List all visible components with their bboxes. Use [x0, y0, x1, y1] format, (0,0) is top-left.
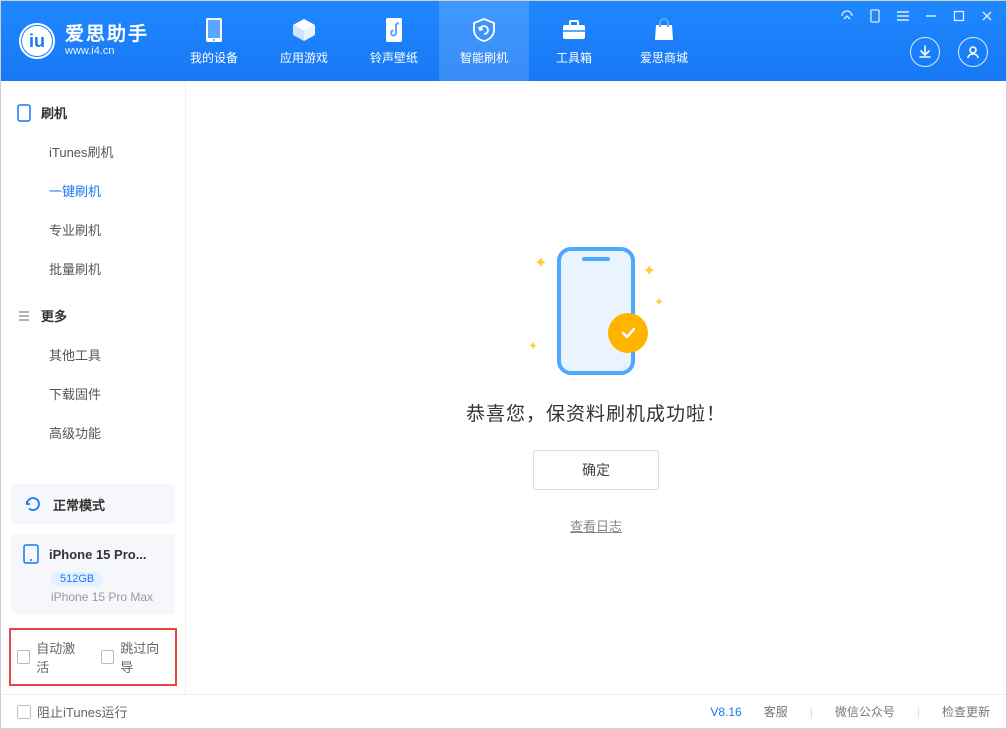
top-nav: 我的设备 应用游戏 铃声壁纸 智能刷机: [169, 1, 709, 81]
device-mode-status[interactable]: 正常模式: [11, 484, 175, 524]
device-capacity-badge: 512GB: [51, 572, 103, 586]
maximize-button[interactable]: [952, 9, 966, 23]
sidebar-item-download-firmware[interactable]: 下载固件: [1, 374, 185, 413]
phone-illustration-icon: [557, 247, 635, 375]
nav-toolbox[interactable]: 工具箱: [529, 1, 619, 81]
nav-apps-games[interactable]: 应用游戏: [259, 1, 349, 81]
nav-my-device[interactable]: 我的设备: [169, 1, 259, 81]
status-bar: 阻止iTunes运行 V8.16 客服 | 微信公众号 | 检查更新: [1, 694, 1006, 728]
app-header: iu 爱思助手 www.i4.cn 我的设备 应用游戏: [1, 1, 1006, 81]
refresh-icon: [23, 494, 43, 514]
view-log-link[interactable]: 查看日志: [570, 516, 622, 535]
more-lines-icon: [17, 309, 31, 323]
device-full-name: iPhone 15 Pro Max: [51, 590, 163, 604]
sidebar: 刷机 iTunes刷机 一键刷机 专业刷机 批量刷机 更多 其他工具 下载固件 …: [1, 81, 186, 694]
checkbox-icon: [17, 705, 31, 719]
sidebar-item-pro-flash[interactable]: 专业刷机: [1, 210, 185, 249]
checkbox-icon: [17, 650, 30, 664]
success-message: 恭喜您，保资料刷机成功啦！: [466, 399, 726, 426]
block-itunes-checkbox[interactable]: 阻止iTunes运行: [17, 702, 128, 721]
close-button[interactable]: [980, 9, 994, 23]
auto-activate-checkbox[interactable]: 自动激活: [17, 638, 85, 676]
nav-ringtones-wallpapers[interactable]: 铃声壁纸: [349, 1, 439, 81]
device-mode-label: 正常模式: [53, 495, 105, 514]
menu-icon[interactable]: [896, 9, 910, 23]
footer-link-wechat[interactable]: 微信公众号: [835, 703, 895, 720]
nav-store[interactable]: 爱思商城: [619, 1, 709, 81]
brand-url: www.i4.cn: [65, 45, 149, 57]
sparkle-icon: ✦: [643, 261, 656, 281]
sidebar-item-batch-flash[interactable]: 批量刷机: [1, 249, 185, 288]
sidebar-item-oneclick-flash[interactable]: 一键刷机: [1, 171, 185, 210]
brand-logo-icon: iu: [19, 23, 55, 59]
sidebar-group-more: 更多: [1, 296, 185, 335]
footer-link-update[interactable]: 检查更新: [942, 703, 990, 720]
cube-icon: [291, 17, 317, 43]
sidebar-group-flash: 刷机: [1, 93, 185, 132]
device-card[interactable]: iPhone 15 Pro... 512GB iPhone 15 Pro Max: [11, 534, 175, 614]
minimize-button[interactable]: [924, 9, 938, 23]
activation-options-box: 自动激活 跳过向导: [9, 628, 177, 686]
sparkle-icon: ✦: [654, 295, 664, 309]
sparkle-icon: ✦: [534, 253, 547, 273]
device-name: iPhone 15 Pro...: [49, 547, 147, 562]
unknown-window-icon-2[interactable]: [868, 9, 882, 23]
brand-area: iu 爱思助手 www.i4.cn: [1, 23, 169, 59]
success-illustration: ✦ ✦ ✦ ✦: [526, 241, 666, 381]
toolbox-icon: [561, 17, 587, 43]
unknown-window-icon-1[interactable]: [840, 9, 854, 23]
music-note-icon: [381, 17, 407, 43]
skip-wizard-checkbox[interactable]: 跳过向导: [101, 638, 169, 676]
device-phone-icon: [23, 544, 39, 564]
sparkle-icon: ✦: [528, 339, 538, 353]
footer-link-support[interactable]: 客服: [764, 703, 788, 720]
sidebar-item-itunes-flash[interactable]: iTunes刷机: [1, 132, 185, 171]
user-icon[interactable]: [958, 37, 988, 67]
checkbox-icon: [101, 650, 114, 664]
nav-smart-flash[interactable]: 智能刷机: [439, 1, 529, 81]
version-label: V8.16: [710, 705, 741, 719]
sidebar-item-advanced[interactable]: 高级功能: [1, 413, 185, 452]
checkmark-badge-icon: [608, 313, 648, 353]
shopping-bag-icon: [651, 17, 677, 43]
brand-name: 爱思助手: [65, 25, 149, 46]
phone-outline-icon: [17, 104, 31, 122]
download-icon[interactable]: [910, 37, 940, 67]
ok-button[interactable]: 确定: [533, 450, 659, 490]
refresh-shield-icon: [471, 17, 497, 43]
phone-icon: [201, 17, 227, 43]
main-content: ✦ ✦ ✦ ✦ 恭喜您，保资料刷机成功啦！ 确定 查看日志: [186, 81, 1006, 694]
sidebar-item-other-tools[interactable]: 其他工具: [1, 335, 185, 374]
